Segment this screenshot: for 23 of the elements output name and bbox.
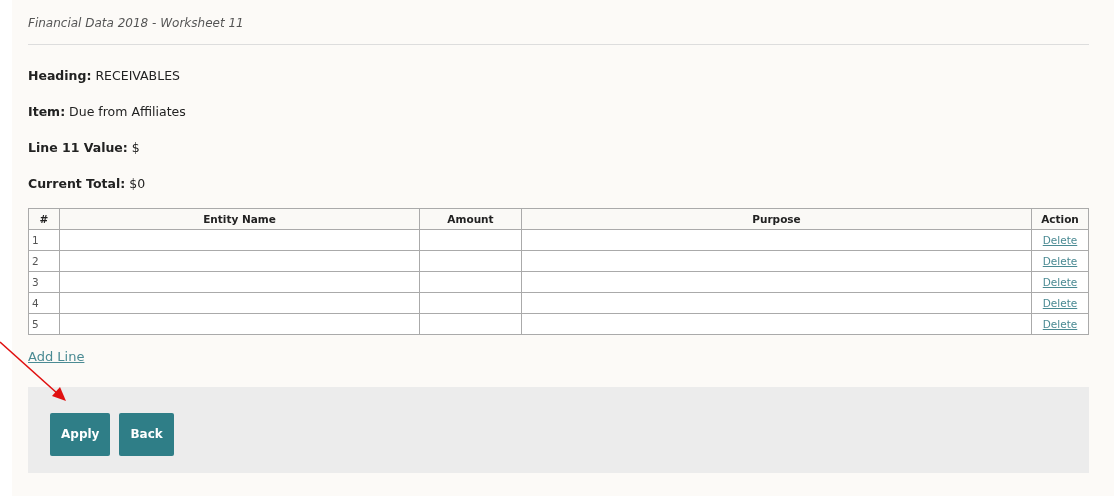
apply-button[interactable]: Apply bbox=[50, 412, 111, 456]
row-number: 4 bbox=[28, 292, 60, 314]
column-header: Purpose bbox=[521, 208, 1032, 230]
delete-link[interactable]: Delete bbox=[1042, 234, 1078, 246]
add-line-link[interactable]: Add Line bbox=[28, 349, 85, 364]
row-number: 3 bbox=[28, 271, 60, 293]
row-number: 1 bbox=[28, 229, 60, 251]
column-header: # bbox=[28, 208, 60, 230]
row-number: 2 bbox=[28, 250, 60, 272]
detail-line: Current Total: $0 bbox=[28, 175, 147, 192]
column-header: Action bbox=[1031, 208, 1089, 230]
delete-link[interactable]: Delete bbox=[1042, 276, 1078, 288]
column-header: Amount bbox=[419, 208, 522, 230]
row-number: 5 bbox=[28, 313, 60, 335]
detail-line: Item: Due from Affiliates bbox=[28, 103, 187, 120]
back-button[interactable]: Back bbox=[119, 412, 174, 456]
detail-line: Line 11 Value: $ bbox=[28, 139, 141, 156]
delete-link[interactable]: Delete bbox=[1042, 297, 1078, 309]
column-header: Entity Name bbox=[59, 208, 420, 230]
delete-link[interactable]: Delete bbox=[1042, 255, 1078, 267]
worksheet-title: Financial Data 2018 - Worksheet 11 bbox=[28, 0, 1089, 45]
detail-line: Heading: RECEIVABLES bbox=[28, 67, 181, 84]
delete-link[interactable]: Delete bbox=[1042, 318, 1078, 330]
